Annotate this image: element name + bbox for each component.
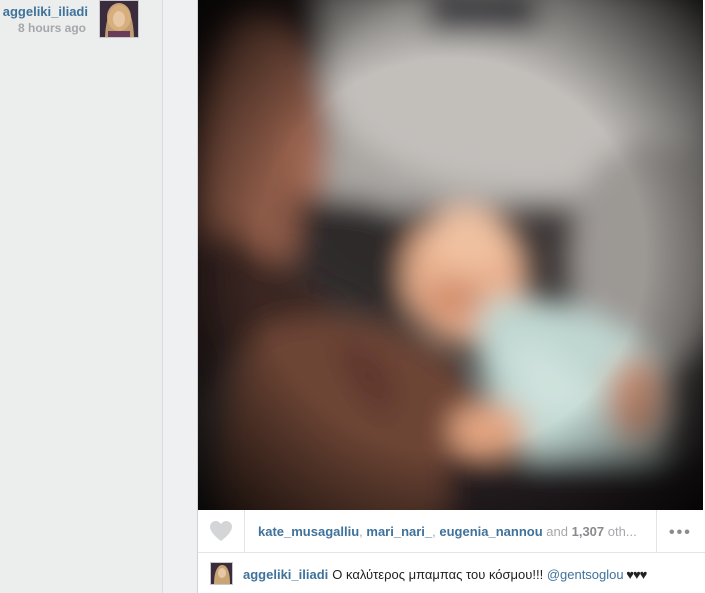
author-username-link[interactable]: aggeliki_iliadi — [0, 4, 88, 19]
post-timestamp[interactable]: 8 hours ago — [0, 21, 86, 35]
liker-username-link[interactable]: kate_musagalliu — [258, 524, 359, 539]
more-options-button[interactable]: ••• — [656, 510, 705, 552]
more-options-icon: ••• — [669, 524, 692, 541]
caption-row: aggeliki_iliadi Ο καλύτερος μπαμπας του κ… — [198, 553, 705, 593]
blurred-photo-image — [198, 0, 703, 510]
liker-username-link[interactable]: eugenia_nannou — [439, 524, 542, 539]
likes-bar: kate_musagalliu, mari_nari_, eugenia_nan… — [198, 510, 705, 553]
likes-count[interactable]: 1,307 — [572, 524, 605, 539]
caption-body: Ο καλύτερος μπαμπας του κόσμου!!! — [332, 567, 547, 582]
heart-icon — [210, 521, 232, 541]
likes-and-text: and — [542, 524, 572, 539]
likes-summary: kate_musagalliu, mari_nari_, eugenia_nan… — [258, 524, 650, 540]
caption-mention-link[interactable]: @gentsoglou — [547, 567, 624, 582]
photo-card: kate_musagalliu, mari_nari_, eugenia_nan… — [197, 0, 705, 593]
like-button[interactable] — [198, 510, 245, 552]
post-photo[interactable] — [198, 0, 703, 510]
avatar-image — [211, 563, 232, 584]
post-meta-column: aggeliki_iliadi 8 hours ago — [0, 0, 163, 593]
caption-author-avatar[interactable] — [210, 562, 233, 585]
avatar-image — [100, 1, 138, 37]
liker-username-link[interactable]: mari_nari_ — [366, 524, 432, 539]
caption-author-link[interactable]: aggeliki_iliadi — [243, 567, 328, 582]
author-avatar[interactable] — [99, 0, 139, 38]
column-gutter — [163, 0, 197, 593]
likes-others-text: oth... — [604, 524, 637, 539]
caption-text: aggeliki_iliadi Ο καλύτερος μπαμπας του κ… — [243, 567, 647, 582]
caption-hearts: ♥♥♥ — [623, 567, 647, 582]
